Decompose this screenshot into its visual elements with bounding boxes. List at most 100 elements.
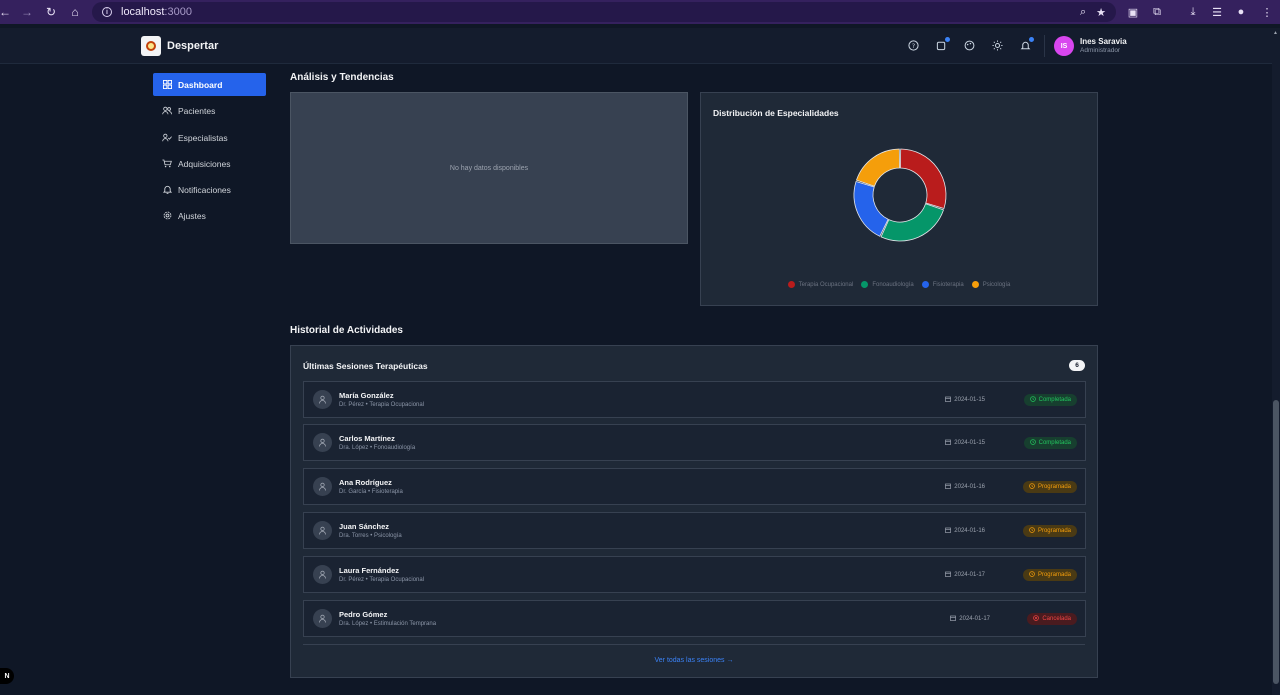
reload-icon[interactable]: ↻ <box>40 1 62 23</box>
session-patient-name: Carlos Martínez <box>339 434 395 443</box>
user-name[interactable]: Ines Saravia <box>1080 37 1127 46</box>
table-row[interactable]: María González Dr. Pérez • Terapia Ocupa… <box>303 381 1086 418</box>
status-text: Completada <box>1038 440 1071 446</box>
sessions-panel: Últimas Sesiones Terapéuticas 6 María Go… <box>290 345 1098 678</box>
calendar-icon <box>945 483 952 491</box>
zoom-icon[interactable]: ⌕ <box>1080 6 1086 19</box>
address-bar[interactable]: i localhost:3000 ⌕ ★ <box>92 2 1116 22</box>
section-title-analisis: Análisis y Tendencias <box>290 72 394 83</box>
header-divider <box>1044 35 1045 57</box>
legend-item[interactable]: Fisioterapia <box>921 281 964 288</box>
status-text: Programada <box>1037 572 1071 578</box>
sidebar-item-notificaciones[interactable]: Notificaciones <box>153 178 266 201</box>
session-patient-name: Pedro Gómez <box>339 610 388 619</box>
extensions-puzzle-icon[interactable]: ⧉ <box>1148 0 1166 24</box>
calendar-icon <box>945 396 952 404</box>
legend-swatch <box>971 281 979 288</box>
legend-item[interactable]: Terapia Ocupacional <box>787 281 853 288</box>
browser-menu-icon[interactable]: ⋮ <box>1258 0 1276 24</box>
table-row[interactable]: Pedro Gómez Dra. López • Estimulación Te… <box>303 600 1086 637</box>
download-icon[interactable]: ⤓ <box>1184 0 1202 24</box>
session-specialist: Dra. López • Fonoaudiología <box>339 445 416 451</box>
empty-state-message: No hay datos disponibles <box>449 164 529 172</box>
legend-swatch <box>921 281 929 288</box>
sidebar-item-pacientes[interactable]: Pacientes <box>153 99 266 122</box>
profile-icon[interactable]: ● <box>1232 0 1250 24</box>
pie-slice-terapia-ocupacional[interactable] <box>899 148 947 210</box>
donut-chart <box>853 148 947 242</box>
scrollbar-thumb[interactable] <box>1273 400 1279 684</box>
dev-tools-badge[interactable]: N <box>0 668 14 684</box>
legend-item[interactable]: Psicología <box>971 281 1010 288</box>
legend-swatch <box>861 281 869 288</box>
sidebar-item-label: Especialistas <box>178 132 228 143</box>
status-badge: Cancelada <box>1027 613 1077 625</box>
table-row[interactable]: Ana Rodríguez Dr. García • Fisioterapia … <box>303 468 1086 505</box>
session-patient-name: María González <box>339 391 394 400</box>
calendar-icon <box>945 527 952 535</box>
sidebar-item-ajustes[interactable]: Ajustes <box>153 204 266 227</box>
avatar[interactable]: IS <box>1054 36 1074 56</box>
legend-item[interactable]: Fonoaudiología <box>861 281 914 288</box>
user-role: Administrador <box>1080 47 1121 54</box>
status-text: Completada <box>1038 397 1071 403</box>
sidebar-item-dashboard[interactable]: Dashboard <box>153 73 266 96</box>
session-specialist: Dra. López • Estimulación Temprana <box>339 621 437 627</box>
session-date: 2024-01-15 <box>945 439 985 447</box>
home-icon[interactable]: ⌂ <box>64 1 86 23</box>
help-icon[interactable]: ? <box>906 38 921 53</box>
brand-logo[interactable] <box>141 36 161 56</box>
bell-icon[interactable] <box>1018 37 1034 53</box>
session-date-text: 2024-01-16 <box>954 528 985 534</box>
pie-slice-psicolog-a[interactable] <box>855 148 901 187</box>
sidebar-item-label: Dashboard <box>178 79 223 90</box>
gear-icon <box>162 211 172 221</box>
session-date-text: 2024-01-17 <box>954 572 985 578</box>
session-date: 2024-01-16 <box>945 483 985 491</box>
status-text: Cancelada <box>1042 616 1071 622</box>
sun-icon[interactable] <box>990 38 1005 53</box>
legend-label: Fisioterapia <box>932 281 964 288</box>
pie-slice-fonoaudiolog-a[interactable] <box>880 203 945 242</box>
session-date-text: 2024-01-16 <box>954 484 985 490</box>
specialties-chart-panel: Distribución de Especialidades Terapia O… <box>700 92 1098 306</box>
table-row[interactable]: Juan Sánchez Dra. Torres • Psicología 20… <box>303 512 1086 549</box>
status-badge: Programada <box>1022 481 1077 493</box>
pie-slice-fisioterapia[interactable] <box>853 180 889 237</box>
status-text: Programada <box>1037 528 1071 534</box>
session-date: 2024-01-16 <box>945 527 985 535</box>
session-date: 2024-01-17 <box>945 571 985 579</box>
view-all-sessions-link[interactable]: Ver todas las sesiones → <box>291 657 1097 664</box>
messages-icon[interactable] <box>934 37 950 53</box>
session-patient-name: Ana Rodríguez <box>339 478 392 487</box>
forward-icon[interactable]: → <box>16 1 38 23</box>
clock-icon <box>1029 483 1035 491</box>
back-icon[interactable]: ← <box>0 1 16 23</box>
table-row[interactable]: Laura Fernández Dr. Pérez • Terapia Ocup… <box>303 556 1086 593</box>
sidebar-item-especialistas[interactable]: Especialistas <box>153 126 266 149</box>
bookmark-star-icon[interactable]: ★ <box>1096 6 1106 19</box>
palette-icon[interactable] <box>962 38 977 53</box>
table-row[interactable]: Carlos Martínez Dra. López • Fonoaudiolo… <box>303 424 1086 461</box>
status-text: Programada <box>1037 484 1071 490</box>
session-date-text: 2024-01-15 <box>954 440 985 446</box>
user-check-icon <box>162 133 172 143</box>
sidebar-item-adquisiciones[interactable]: Adquisiciones <box>153 152 266 175</box>
scroll-up-icon[interactable]: ▲ <box>1273 30 1278 36</box>
reading-list-icon[interactable]: ☰ <box>1208 0 1226 24</box>
clock-icon <box>1029 571 1035 579</box>
session-date-text: 2024-01-15 <box>954 397 985 403</box>
brand-name[interactable]: Despertar <box>167 40 218 52</box>
dashboard-icon <box>162 80 172 90</box>
status-badge: Programada <box>1022 569 1077 581</box>
legend-swatch <box>787 281 795 288</box>
browser-toolbar: ← → ↻ ⌂ i localhost:3000 ⌕ ★ ▣ ⧉ ⤓ ☰ ● ⋮ <box>0 0 1280 24</box>
x-circle-icon <box>1033 615 1040 623</box>
sidebar-item-label: Notificaciones <box>178 184 231 195</box>
extension-icon[interactable]: ▣ <box>1124 0 1142 24</box>
messages-badge <box>945 37 950 42</box>
legend-label: Fonoaudiología <box>872 281 914 288</box>
user-icon <box>313 609 332 628</box>
site-info-icon[interactable]: i <box>102 7 112 17</box>
session-date: 2024-01-17 <box>950 615 990 623</box>
